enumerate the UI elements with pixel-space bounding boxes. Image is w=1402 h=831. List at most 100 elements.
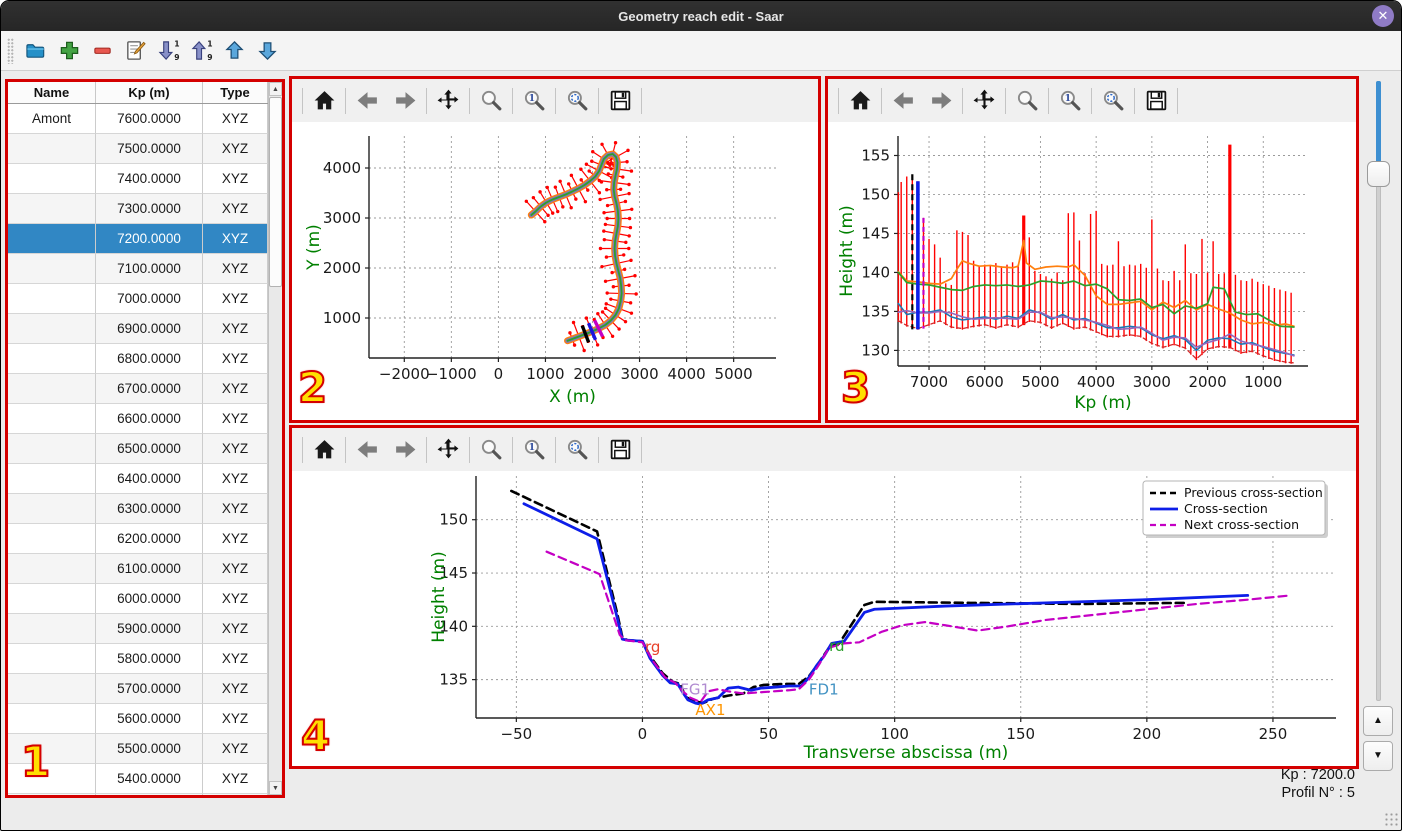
cross-section-table[interactable]: Name Kp (m) Type Amont 7600.0000 XYZ 7500.0… xyxy=(8,82,268,795)
cell-kp[interactable]: 5400.0000 xyxy=(96,764,203,794)
table-row[interactable]: 6100.0000 XYZ xyxy=(8,554,268,584)
zoom-icon[interactable] xyxy=(472,86,510,116)
save-icon[interactable] xyxy=(601,86,639,116)
zoom-to-rect-icon[interactable]: 1 xyxy=(515,435,553,465)
table-row[interactable]: 5300.0000XYZ xyxy=(8,794,268,795)
scroll-down-icon[interactable]: ▼ xyxy=(269,781,282,795)
table-row[interactable]: 6000.0000 XYZ xyxy=(8,584,268,614)
cell-type[interactable]: XYZ xyxy=(203,524,268,554)
table-row[interactable]: 5800.0000 XYZ xyxy=(8,644,268,674)
table-row[interactable]: 6500.0000 XYZ xyxy=(8,434,268,464)
home-icon[interactable] xyxy=(841,86,879,116)
zoom-icon[interactable] xyxy=(1008,86,1046,116)
cell-type[interactable]: XYZ xyxy=(203,224,268,254)
cell-type[interactable]: XYZ xyxy=(203,584,268,614)
cell-kp[interactable]: 6700.0000 xyxy=(96,374,203,404)
cell-type[interactable]: XYZ xyxy=(203,794,268,795)
cell-kp[interactable]: 6800.0000 xyxy=(96,344,203,374)
cell-type[interactable]: XYZ xyxy=(203,704,268,734)
cell-name[interactable] xyxy=(8,224,96,254)
resize-grip[interactable] xyxy=(1384,812,1398,826)
sort-descending-icon[interactable]: 19 xyxy=(152,35,185,67)
cell-type[interactable]: XYZ xyxy=(203,494,268,524)
cell-name[interactable] xyxy=(8,494,96,524)
cell-kp[interactable]: 6900.0000 xyxy=(96,314,203,344)
cell-type[interactable]: XYZ xyxy=(203,764,268,794)
cell-kp[interactable]: 5600.0000 xyxy=(96,704,203,734)
cell-type[interactable]: XYZ xyxy=(203,284,268,314)
cell-kp[interactable]: 7000.0000 xyxy=(96,284,203,314)
cell-name[interactable] xyxy=(8,194,96,224)
cell-type[interactable]: XYZ xyxy=(203,374,268,404)
table-row[interactable]: 7000.0000 XYZ xyxy=(8,284,268,314)
cross-section-chart[interactable]: −50 0 50 100 150 200 250135140145150Transverse… xyxy=(292,471,1356,766)
zoom-to-rect-icon[interactable]: 1 xyxy=(515,86,553,116)
cell-name[interactable] xyxy=(8,314,96,344)
back-icon[interactable] xyxy=(884,86,922,116)
cell-kp[interactable]: 6100.0000 xyxy=(96,554,203,584)
cell-name[interactable]: Amont xyxy=(8,104,96,134)
table-row[interactable]: 7500.0000 XYZ xyxy=(8,134,268,164)
move-up-icon[interactable] xyxy=(218,35,251,67)
back-icon[interactable] xyxy=(348,86,386,116)
back-icon[interactable] xyxy=(348,435,386,465)
cell-name[interactable] xyxy=(8,374,96,404)
cell-type[interactable]: XYZ xyxy=(203,164,268,194)
longitudinal-profile-chart[interactable]: 7000 6000 5000 4000 3000 2000 1000 130 135 140 145… xyxy=(828,122,1356,420)
cell-name[interactable] xyxy=(8,554,96,584)
pan-icon[interactable] xyxy=(429,435,467,465)
table-row[interactable]: 7400.0000 XYZ xyxy=(8,164,268,194)
edit-icon[interactable] xyxy=(119,35,152,67)
sort-ascending-icon[interactable]: 19 xyxy=(185,35,218,67)
cell-kp[interactable]: 6200.0000 xyxy=(96,524,203,554)
cell-name[interactable] xyxy=(8,434,96,464)
scrollbar-thumb[interactable] xyxy=(269,97,282,287)
forward-icon[interactable] xyxy=(386,435,424,465)
profile-step-up-button[interactable]: ▲ xyxy=(1363,706,1393,736)
cell-name[interactable] xyxy=(8,404,96,434)
cell-type[interactable]: XYZ xyxy=(203,344,268,374)
table-row[interactable]: 5600.0000 XYZ xyxy=(8,704,268,734)
zoom-auto-icon[interactable] xyxy=(1094,86,1132,116)
zoom-auto-icon[interactable] xyxy=(558,435,596,465)
cell-name[interactable] xyxy=(8,344,96,374)
table-row[interactable]: 5900.0000 XYZ xyxy=(8,614,268,644)
cell-kp[interactable]: 5700.0000 xyxy=(96,674,203,704)
add-row-icon[interactable] xyxy=(53,35,86,67)
table-row[interactable]: 5400.0000 XYZ xyxy=(8,764,268,794)
cell-type[interactable]: XYZ xyxy=(203,734,268,764)
column-header-type[interactable]: Type xyxy=(203,82,268,103)
cell-type[interactable]: XYZ xyxy=(203,644,268,674)
table-row[interactable]: 5500.0000 XYZ xyxy=(8,734,268,764)
cell-kp[interactable]: 5500.0000 xyxy=(96,734,203,764)
table-row[interactable]: 6700.0000 XYZ xyxy=(8,374,268,404)
cell-name[interactable] xyxy=(8,644,96,674)
cell-name[interactable] xyxy=(8,674,96,704)
table-header[interactable]: Name Kp (m) Type xyxy=(8,82,268,104)
table-row[interactable]: 7100.0000 XYZ xyxy=(8,254,268,284)
table-row[interactable]: 6900.0000 XYZ xyxy=(8,314,268,344)
pan-icon[interactable] xyxy=(965,86,1003,116)
zoom-to-rect-icon[interactable]: 1 xyxy=(1051,86,1089,116)
cell-name[interactable] xyxy=(8,524,96,554)
titlebar[interactable]: Geometry reach edit - Saar ✕ xyxy=(1,1,1401,31)
remove-row-icon[interactable] xyxy=(86,35,119,67)
cell-kp[interactable]: 6400.0000 xyxy=(96,464,203,494)
table-row[interactable]: 6600.0000 XYZ xyxy=(8,404,268,434)
cell-kp[interactable]: 6000.0000 xyxy=(96,584,203,614)
cell-kp[interactable]: 7400.0000 xyxy=(96,164,203,194)
cell-type[interactable]: XYZ xyxy=(203,404,268,434)
cell-kp[interactable]: 5900.0000 xyxy=(96,614,203,644)
forward-icon[interactable] xyxy=(922,86,960,116)
cell-name[interactable] xyxy=(8,704,96,734)
close-button[interactable]: ✕ xyxy=(1372,5,1394,27)
cell-type[interactable]: XYZ xyxy=(203,434,268,464)
table-scrollbar[interactable]: ▲ ▼ xyxy=(268,82,282,795)
cell-kp[interactable]: 6300.0000 xyxy=(96,494,203,524)
profile-slider-handle[interactable] xyxy=(1367,161,1390,187)
cell-name[interactable] xyxy=(8,134,96,164)
cell-name[interactable] xyxy=(8,764,96,794)
cell-type[interactable]: XYZ xyxy=(203,134,268,164)
cell-kp[interactable]: 7500.0000 xyxy=(96,134,203,164)
cell-name[interactable] xyxy=(8,254,96,284)
